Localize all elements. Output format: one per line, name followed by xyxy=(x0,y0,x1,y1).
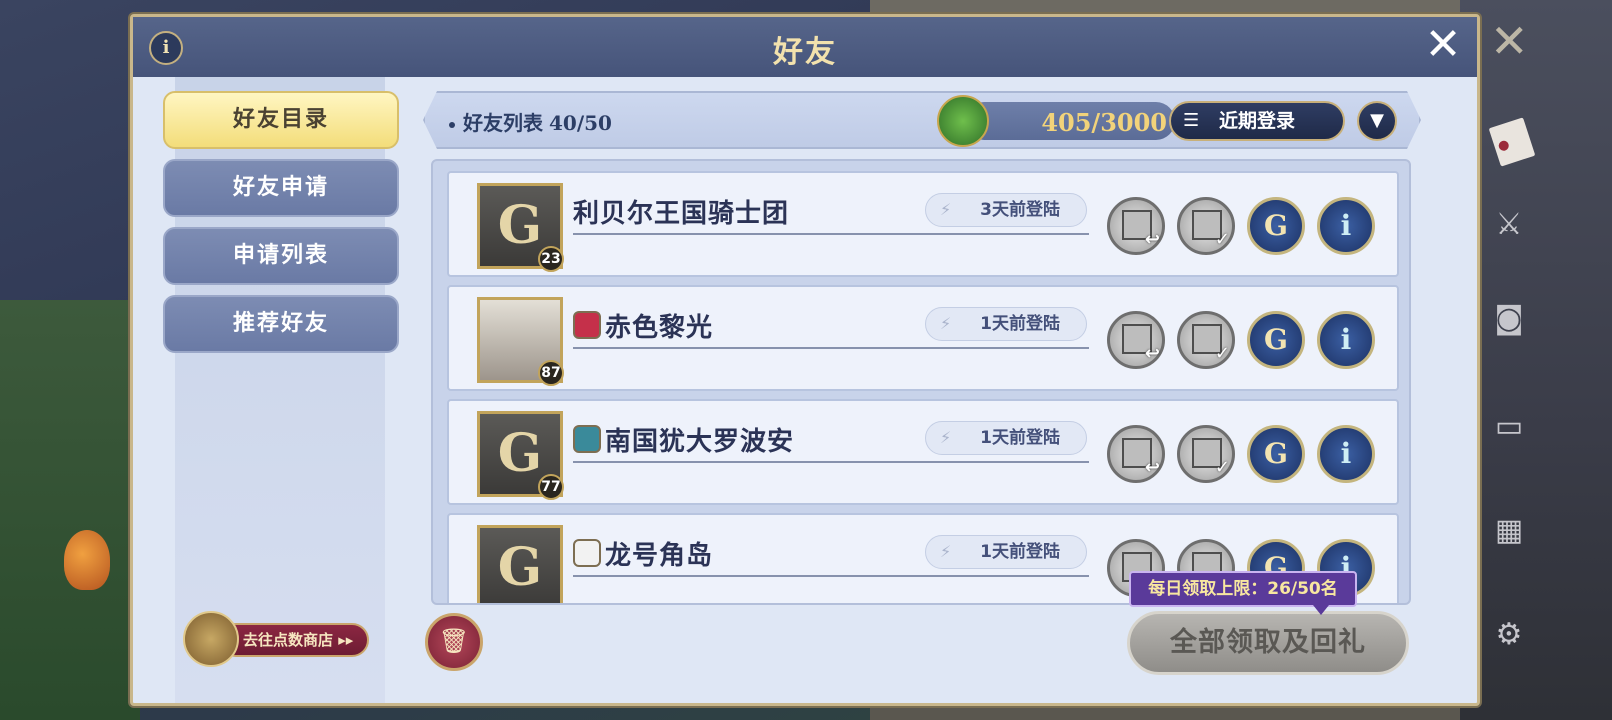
sort-dropdown-button[interactable]: ▼ xyxy=(1357,101,1397,141)
level-badge: 77 xyxy=(538,474,564,500)
friend-info-button[interactable]: i xyxy=(1317,425,1375,483)
tab-recommended-friends[interactable]: 推荐好友 xyxy=(163,295,399,353)
level-badge: 87 xyxy=(538,360,564,386)
friend-list-header: 好友列表 40/50 405/3000 ☰ 近期登录 ▼ xyxy=(423,91,1421,149)
heart-icon xyxy=(937,95,989,147)
dialog-titlebar: i 好友 ✕ xyxy=(133,17,1477,77)
divider xyxy=(573,347,1089,349)
guild-badge-icon xyxy=(573,539,601,567)
hud-right-panel xyxy=(1460,0,1612,720)
last-login-text: 1天前登陆 xyxy=(980,314,1060,334)
friend-list[interactable]: G 23 利贝尔王国骑士团 ⚡ 3天前登陆 ↩ ✓ G i 87 赤色黎光 ⚡ 1天… xyxy=(431,159,1411,605)
divider xyxy=(573,575,1089,577)
sort-label: 近期登录 xyxy=(1218,110,1295,132)
guild-button[interactable]: G xyxy=(1247,425,1305,483)
friend-info-button[interactable]: i xyxy=(1317,311,1375,369)
last-login-text: 3天前登陆 xyxy=(980,200,1060,220)
arrow-back-icon: ↩ xyxy=(1144,457,1160,478)
guild-button[interactable]: G xyxy=(1247,197,1305,255)
last-login-badge: ⚡ 1天前登陆 xyxy=(925,535,1087,569)
lightning-icon: ⚡ xyxy=(940,200,952,219)
guild-crest-avatar[interactable]: G 77 xyxy=(477,411,564,500)
bullet-icon xyxy=(449,121,455,128)
hud-close-icon[interactable]: ✕ xyxy=(1490,14,1529,68)
arrow-back-icon: ↩ xyxy=(1144,343,1160,364)
send-gift-button[interactable]: ↩ xyxy=(1107,425,1165,483)
level-badge: 23 xyxy=(538,246,564,272)
claim-all-button[interactable]: 全部领取及回礼 xyxy=(1127,611,1409,675)
check-icon: ✓ xyxy=(1214,457,1230,478)
lightning-icon: ⚡ xyxy=(940,314,952,333)
battery-icon[interactable]: ▭ xyxy=(1490,408,1528,446)
receive-gift-button[interactable]: ✓ xyxy=(1177,311,1235,369)
check-icon: ✓ xyxy=(1214,229,1230,250)
background-grass xyxy=(0,300,140,720)
point-shop-button[interactable]: 去往点数商店 ▸▸ xyxy=(183,611,373,671)
guild-button[interactable]: G xyxy=(1247,311,1305,369)
receive-gift-button[interactable]: ✓ xyxy=(1177,425,1235,483)
friendship-points-value: 405/3000 xyxy=(1041,108,1167,137)
portrait-avatar[interactable]: 87 xyxy=(477,297,564,386)
armor-icon[interactable]: ⚔ xyxy=(1490,206,1528,244)
friend-info-button[interactable]: i xyxy=(1317,197,1375,255)
tab-friend-requests[interactable]: 好友申请 xyxy=(163,159,399,217)
camera-icon[interactable]: ◙ xyxy=(1490,300,1528,338)
friendship-points-bar: 405/3000 xyxy=(965,102,1175,140)
last-login-text: 1天前登陆 xyxy=(980,542,1060,562)
dialog-title: 好友 xyxy=(773,35,837,70)
friend-name: 南国犹大罗波安 xyxy=(605,427,795,457)
arrow-back-icon: ↩ xyxy=(1144,229,1160,250)
friend-list-label: 好友列表 xyxy=(463,111,543,135)
calendar-icon[interactable]: ▦ xyxy=(1490,512,1528,550)
lightning-icon: ⚡ xyxy=(940,542,952,561)
friend-name: 龙号角岛 xyxy=(605,541,714,571)
delete-friend-button[interactable]: 🗑 xyxy=(425,613,483,671)
daily-quota-tooltip: 每日领取上限：26/50名 xyxy=(1129,571,1357,607)
tab-request-list[interactable]: 申请列表 xyxy=(163,227,399,285)
sort-button[interactable]: ☰ 近期登录 xyxy=(1169,101,1345,141)
tab-friend-directory[interactable]: 好友目录 xyxy=(163,91,399,149)
tooltip-tail xyxy=(1313,605,1329,615)
sort-list-icon: ☰ xyxy=(1183,110,1200,131)
last-login-badge: ⚡ 1天前登陆 xyxy=(925,421,1087,455)
friend-count: 40/50 xyxy=(549,111,612,135)
friend-row[interactable]: G 23 利贝尔王国骑士团 ⚡ 3天前登陆 ↩ ✓ G i xyxy=(447,171,1399,277)
guild-badge-icon xyxy=(573,311,601,339)
last-login-badge: ⚡ 3天前登陆 xyxy=(925,193,1087,227)
guild-crest-avatar[interactable]: G xyxy=(477,525,563,603)
guild-badge-icon xyxy=(573,425,601,453)
friends-dialog: i 好友 ✕ 好友目录 好友申请 申请列表 推荐好友 去往点数商店 ▸▸ 好友列… xyxy=(130,14,1480,706)
guild-crest-avatar[interactable]: G 23 xyxy=(477,183,564,272)
chevron-down-icon: ▼ xyxy=(1370,110,1384,131)
send-gift-button[interactable]: ↩ xyxy=(1107,311,1165,369)
point-shop-label: 去往点数商店 ▸▸ xyxy=(219,623,369,657)
settings-gear-icon[interactable]: ⚙ xyxy=(1490,616,1528,654)
last-login-badge: ⚡ 1天前登陆 xyxy=(925,307,1087,341)
friend-name: 利贝尔王国骑士团 xyxy=(573,199,790,229)
close-button[interactable]: ✕ xyxy=(1423,23,1463,67)
trash-icon: 🗑 xyxy=(438,627,470,655)
friend-row[interactable]: G 77 南国犹大罗波安 ⚡ 1天前登陆 ↩ ✓ G i xyxy=(447,399,1399,505)
send-gift-button[interactable]: ↩ xyxy=(1107,197,1165,255)
divider xyxy=(573,233,1089,235)
sword-shield-icon xyxy=(183,611,239,667)
check-icon: ✓ xyxy=(1214,343,1230,364)
lightning-icon: ⚡ xyxy=(940,428,952,447)
friend-name: 赤色黎光 xyxy=(605,313,714,343)
last-login-text: 1天前登陆 xyxy=(980,428,1060,448)
background-top xyxy=(870,0,1470,14)
friend-list-title: 好友列表 40/50 xyxy=(449,107,612,136)
receive-gift-button[interactable]: ✓ xyxy=(1177,197,1235,255)
divider xyxy=(573,461,1089,463)
slime-character xyxy=(64,530,110,590)
friend-row[interactable]: 87 赤色黎光 ⚡ 1天前登陆 ↩ ✓ G i xyxy=(447,285,1399,391)
